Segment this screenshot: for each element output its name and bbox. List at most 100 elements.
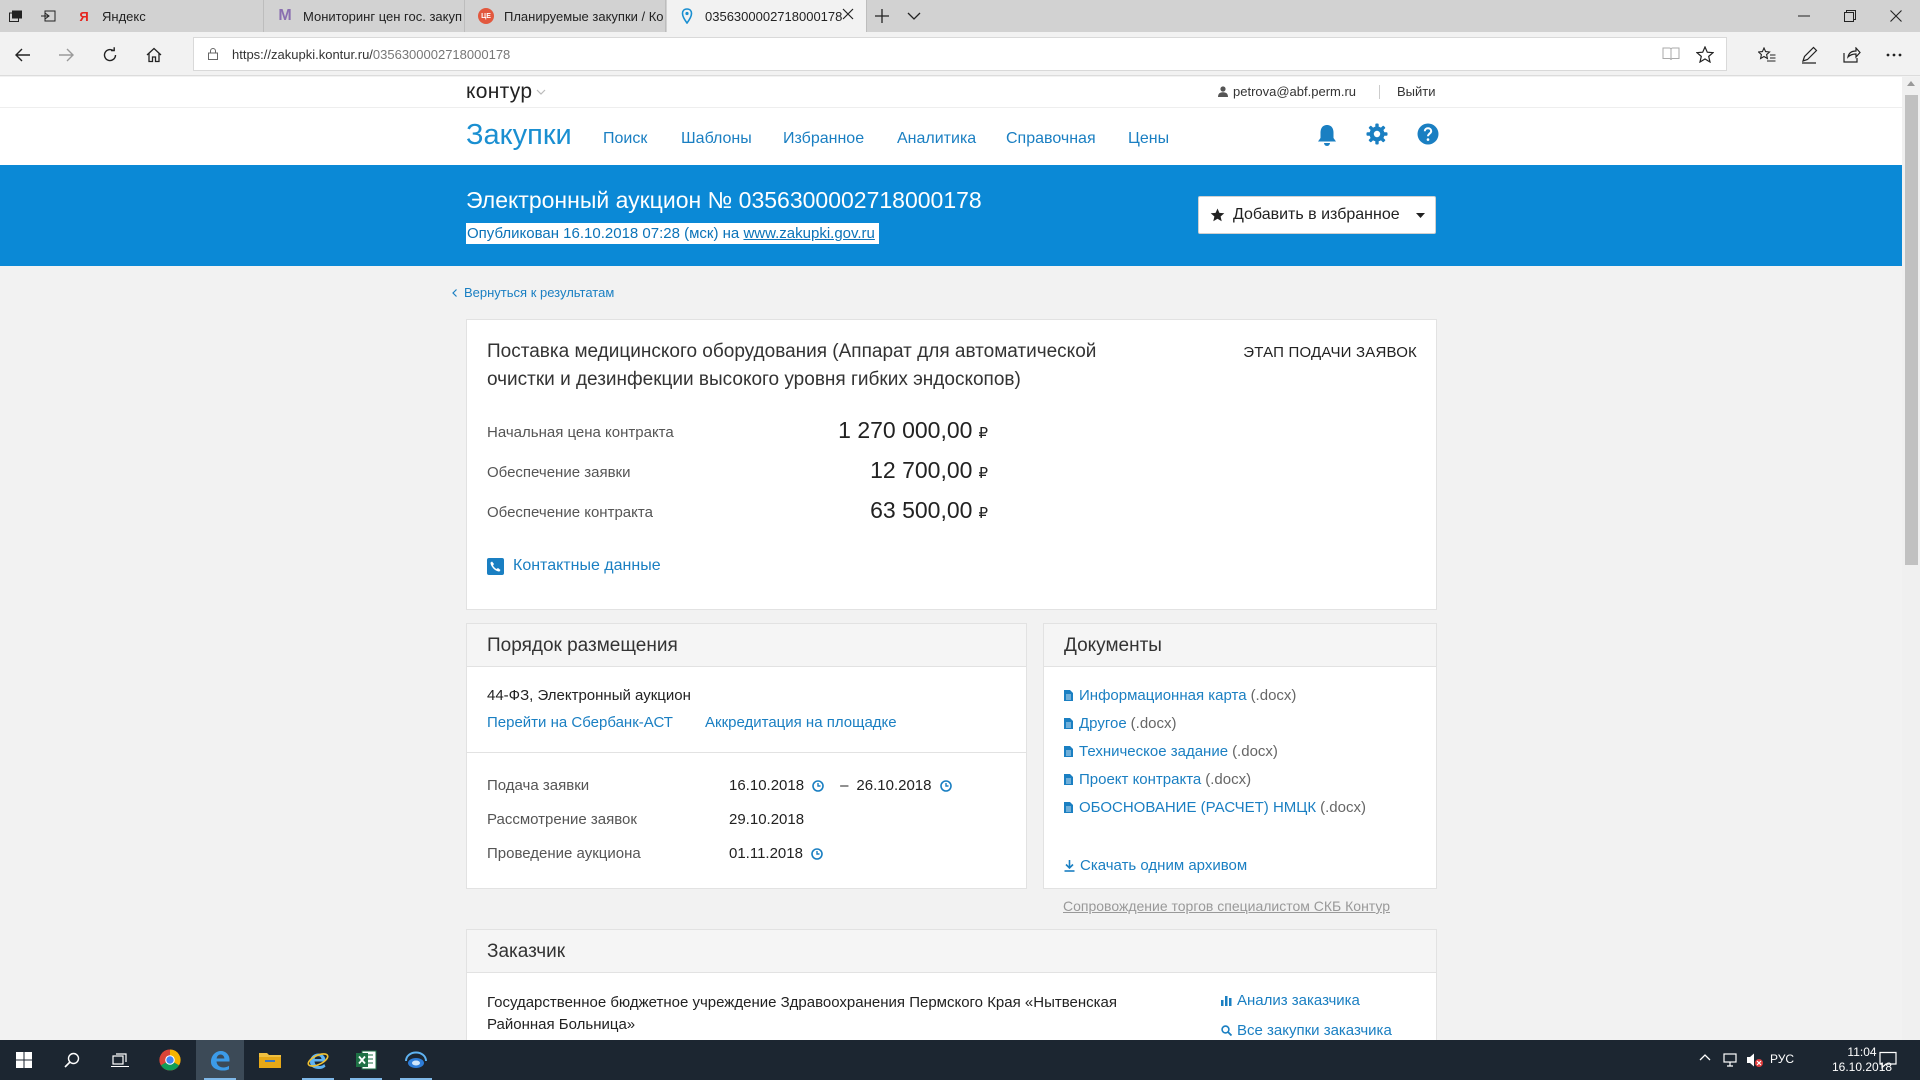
document-item[interactable]: Информационная карта (.docx) (1064, 687, 1296, 704)
brand-title[interactable]: Закупки (466, 119, 572, 152)
home-icon[interactable] (143, 44, 165, 66)
browser-tab-monitoring[interactable]: M Мониторинг цен гос. закуп (265, 0, 465, 32)
clock-icon[interactable] (932, 779, 952, 792)
help-icon[interactable] (1417, 123, 1441, 147)
lock-icon (208, 48, 218, 60)
logout-link[interactable]: Выйти (1397, 84, 1436, 99)
bell-icon[interactable] (1316, 123, 1340, 147)
reading-view-icon[interactable] (1662, 47, 1680, 61)
edge-icon[interactable] (196, 1040, 244, 1080)
document-name: Техническое задание (1079, 743, 1229, 760)
add-to-favorites-button[interactable]: Добавить в избранное (1198, 196, 1436, 234)
back-to-results-link[interactable]: Вернуться к результатам (452, 285, 614, 300)
nav-favorites[interactable]: Избранное (783, 130, 864, 148)
nav-search[interactable]: Поиск (603, 130, 647, 148)
purchase-summary-card: Поставка медицинского оборудования (Аппа… (466, 319, 1437, 610)
new-tab-icon[interactable] (870, 6, 894, 26)
auction-date-label: Проведение аукциона (487, 845, 641, 862)
document-ext: (.docx) (1205, 771, 1252, 788)
sberbank-ast-link[interactable]: Перейти на Сбербанк-АСТ (487, 714, 673, 731)
customer-analysis-link[interactable]: Анализ заказчика (1221, 992, 1360, 1009)
url-text[interactable]: https://zakupki.kontur.ru/03563000027180… (232, 47, 510, 62)
support-service-link[interactable]: Сопровождение торгов специалистом СКБ Ко… (1063, 898, 1390, 914)
contact-data-link[interactable]: Контактные данные (487, 557, 661, 575)
all-customer-purchases-link[interactable]: Все закупки заказчика (1221, 1022, 1392, 1039)
nav-prices[interactable]: Цены (1128, 130, 1169, 148)
set-aside-tabs-icon[interactable] (38, 6, 58, 26)
nav-reference[interactable]: Справочная (1006, 130, 1096, 148)
stage-status: ЭТАП ПОДАЧИ ЗАЯВОК (1243, 344, 1417, 361)
caret-down-icon (1415, 212, 1425, 218)
user-account[interactable]: petrova@abf.perm.ru (1218, 84, 1356, 99)
divider (467, 752, 1026, 753)
close-window-icon[interactable] (1884, 6, 1908, 26)
chevron-left-icon (452, 288, 457, 297)
zakupki-gov-link[interactable]: www.zakupki.gov.ru (743, 225, 874, 242)
document-icon (1064, 746, 1073, 757)
refresh-icon[interactable] (99, 44, 121, 66)
network-icon[interactable] (1722, 1052, 1738, 1068)
clock-icon[interactable] (804, 779, 824, 792)
document-icon (1064, 774, 1073, 785)
nav-templates[interactable]: Шаблоны (681, 130, 752, 148)
document-item[interactable]: Другое (.docx) (1064, 715, 1177, 732)
user-email: petrova@abf.perm.ru (1233, 84, 1357, 99)
browser-tab-planned[interactable]: ЦЕ Планируемые закупки / Ко (466, 0, 666, 32)
clock-icon[interactable] (803, 847, 823, 860)
notifications-icon[interactable] (1879, 1051, 1897, 1069)
favorite-star-icon[interactable] (1696, 46, 1714, 63)
application-date-range: 16.10.2018 – 26.10.2018 (729, 777, 952, 794)
law-type: 44-ФЗ, Электронный аукцион (487, 687, 691, 704)
contract-security-label: Обеспечение контракта (487, 504, 653, 521)
address-bar[interactable]: https://zakupki.kontur.ru/03563000027180… (193, 37, 1727, 71)
taskbar-search-icon[interactable] (48, 1040, 96, 1080)
chevron-down-icon[interactable] (902, 6, 926, 26)
close-tab-icon[interactable] (842, 8, 854, 20)
gear-icon[interactable] (1366, 123, 1390, 147)
auction-header-banner: Электронный аукцион № 035630000271800017… (0, 165, 1902, 266)
show-hidden-icons-chevron-icon[interactable] (1699, 1054, 1711, 1061)
document-item[interactable]: Проект контракта (.docx) (1064, 771, 1251, 788)
favorites-hub-icon[interactable] (1756, 44, 1778, 66)
bar-chart-icon (1221, 995, 1232, 1006)
kontur-logo[interactable]: контур (466, 80, 546, 104)
customer-card: Заказчик Государственное бюджетное учреж… (466, 929, 1437, 1040)
minimize-window-icon[interactable] (1792, 6, 1816, 26)
document-item[interactable]: Техническое задание (.docx) (1064, 743, 1278, 760)
procedure-card: Порядок размещения 44-ФЗ, Электронный ау… (466, 623, 1027, 889)
forward-arrow-icon[interactable] (55, 44, 77, 66)
web-page: контур petrova@abf.perm.ru Выйти Закупки… (0, 77, 1902, 1040)
price-amount: 12 700,00 (870, 457, 973, 483)
phone-icon (487, 557, 504, 575)
pen-notes-icon[interactable] (1798, 44, 1820, 66)
scrollbar-thumb[interactable] (1905, 95, 1918, 565)
document-ext: (.docx) (1320, 799, 1366, 816)
initial-price-value: 1 270 000,00 ₽ (838, 417, 988, 444)
document-ext: (.docx) (1130, 715, 1177, 732)
chrome-icon[interactable] (146, 1040, 194, 1080)
internet-explorer-icon[interactable] (294, 1040, 342, 1080)
share-icon[interactable] (1841, 44, 1863, 66)
tab-actions-icon[interactable] (6, 6, 26, 26)
tab-title: 0356300002718000178 (705, 8, 843, 24)
nav-analytics[interactable]: Аналитика (897, 130, 976, 148)
more-options-icon[interactable] (1883, 44, 1905, 66)
document-item[interactable]: ОБОСНОВАНИЕ (РАСЧЕТ) НМЦК (.docx) (1064, 799, 1366, 816)
download-archive-link[interactable]: Скачать одним архивом (1064, 857, 1247, 874)
date-from: 16.10.2018 (729, 777, 805, 794)
file-explorer-icon[interactable] (246, 1040, 294, 1080)
url-host: https://zakupki.kontur.ru/ (232, 47, 373, 62)
browser-tab-yandex[interactable]: Я Яндекс (64, 0, 264, 32)
restore-window-icon[interactable] (1838, 6, 1862, 26)
windows-start-icon[interactable] (0, 1040, 48, 1080)
all-customer-purchases-label: Все закупки заказчика (1237, 1022, 1392, 1039)
outlook-icon[interactable] (392, 1040, 440, 1080)
input-language[interactable]: РУС (1770, 1052, 1794, 1066)
task-view-icon[interactable] (96, 1040, 144, 1080)
accreditation-link[interactable]: Аккредитация на площадке (705, 714, 897, 731)
volume-muted-icon[interactable] (1746, 1052, 1764, 1068)
yandex-favicon-icon: Я (79, 8, 89, 24)
excel-icon[interactable] (342, 1040, 390, 1080)
back-arrow-icon[interactable] (12, 44, 34, 66)
browser-tab-active[interactable]: 0356300002718000178 (667, 0, 867, 32)
